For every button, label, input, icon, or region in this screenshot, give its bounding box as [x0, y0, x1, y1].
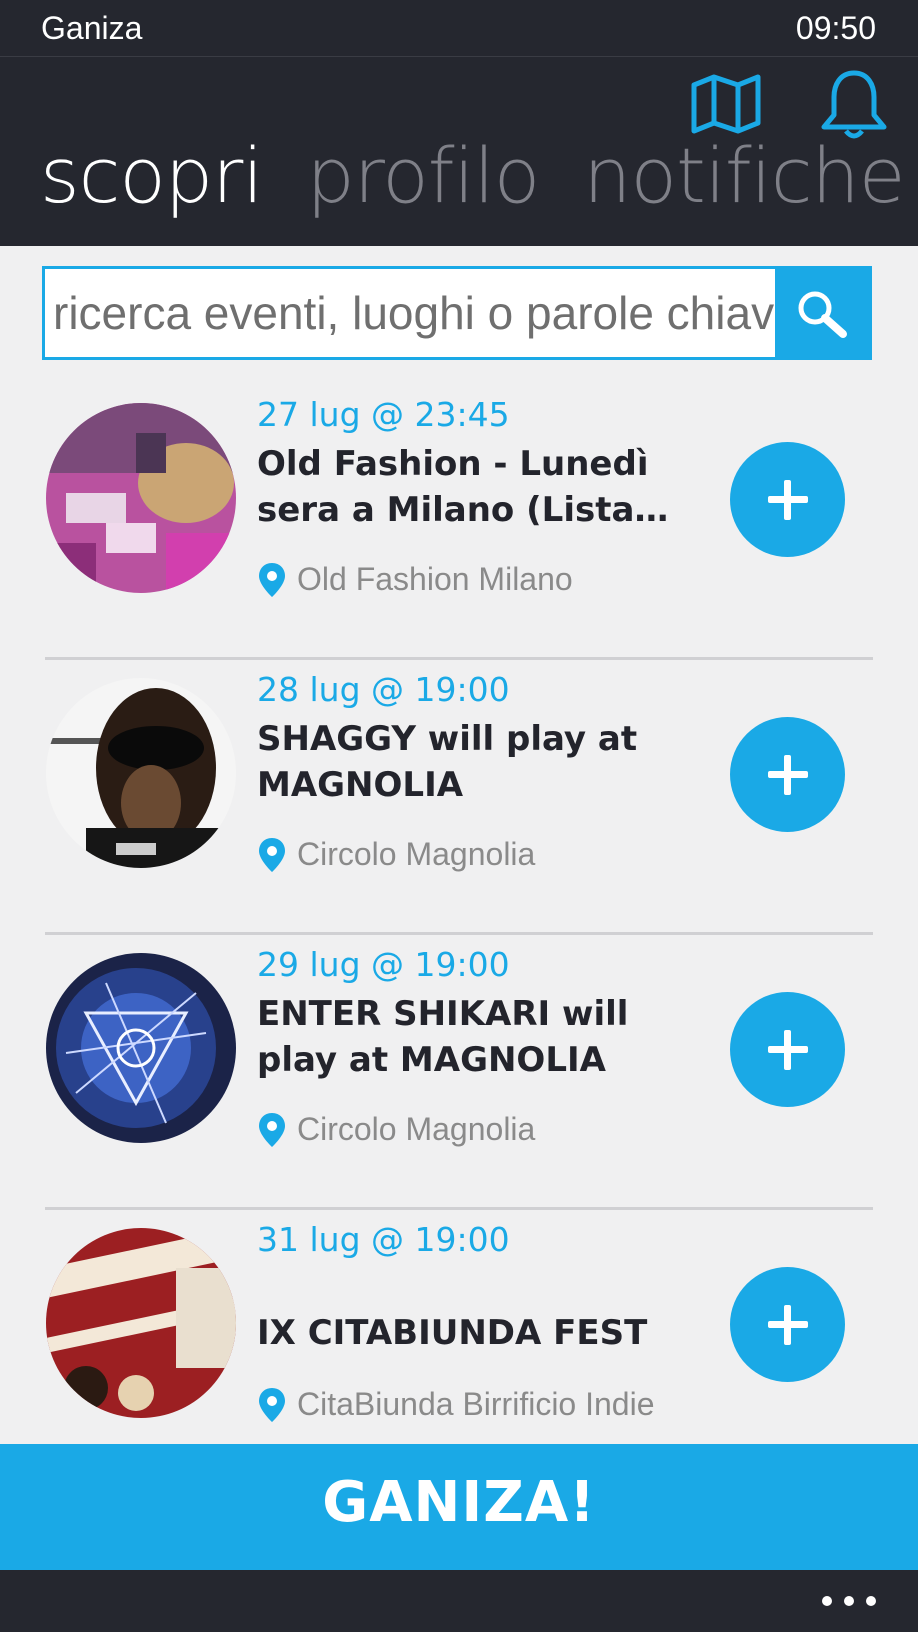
- event-image: [46, 403, 236, 593]
- tab-profilo[interactable]: profilo: [306, 131, 540, 220]
- map-icon: [691, 74, 761, 134]
- event-item[interactable]: 29 lug @ 19:00 ENTER SHIKARI will play a…: [0, 935, 918, 1210]
- event-title[interactable]: SHAGGY will play at MAGNOLIA: [257, 716, 687, 808]
- event-title[interactable]: ENTER SHIKARI will play at MAGNOLIA: [257, 991, 687, 1083]
- ganiza-button-label: GANIZA!: [322, 1470, 596, 1535]
- location-pin-icon: [259, 562, 285, 597]
- venue-name: Old Fashion Milano: [297, 561, 573, 598]
- search-bar: [42, 266, 872, 360]
- add-event-button[interactable]: [730, 442, 845, 557]
- event-date: 29 lug @ 19:00: [257, 945, 510, 984]
- tab-notifiche[interactable]: notifiche: [583, 131, 905, 220]
- ganiza-button[interactable]: GANIZA!: [0, 1444, 918, 1570]
- header: scopri profilo notifiche: [0, 57, 918, 246]
- event-venue[interactable]: Circolo Magnolia: [257, 834, 535, 874]
- event-date: 31 lug @ 19:00: [257, 1220, 510, 1259]
- event-image: [46, 678, 236, 868]
- tab-scopri[interactable]: scopri: [40, 131, 263, 220]
- event-item[interactable]: 28 lug @ 19:00 SHAGGY will play at MAGNO…: [0, 660, 918, 935]
- event-image: [46, 1228, 236, 1418]
- event-list: 27 lug @ 23:45 Old Fashion - Lunedì sera…: [0, 385, 918, 1485]
- add-event-button[interactable]: [730, 1267, 845, 1382]
- location-pin-icon: [259, 837, 285, 872]
- venue-name: CitaBiunda Birrificio Indie: [297, 1386, 655, 1423]
- more-dot-icon: [844, 1596, 854, 1606]
- event-venue[interactable]: Circolo Magnolia: [257, 1109, 535, 1149]
- add-event-button[interactable]: [730, 992, 845, 1107]
- location-pin-icon: [259, 1112, 285, 1147]
- app-name: Ganiza: [41, 10, 143, 46]
- event-item[interactable]: 27 lug @ 23:45 Old Fashion - Lunedì sera…: [0, 385, 918, 660]
- more-dot-icon: [866, 1596, 876, 1606]
- more-dot-icon: [822, 1596, 832, 1606]
- event-title[interactable]: IX CITABIUNDA FEST: [257, 1310, 687, 1356]
- event-venue[interactable]: Old Fashion Milano: [257, 559, 573, 599]
- status-bar: Ganiza 09:50: [0, 0, 918, 57]
- clock: 09:50: [795, 10, 876, 46]
- map-button[interactable]: [690, 73, 762, 135]
- search-button[interactable]: [775, 269, 869, 357]
- venue-name: Circolo Magnolia: [297, 836, 536, 873]
- event-image: [46, 953, 236, 1143]
- app-bar: [0, 1570, 918, 1632]
- more-options-button[interactable]: [822, 1588, 878, 1614]
- search-input[interactable]: [45, 269, 777, 357]
- add-event-button[interactable]: [730, 717, 845, 832]
- event-date: 28 lug @ 19:00: [257, 670, 510, 709]
- pivot-tabs: scopri profilo notifiche: [40, 131, 918, 241]
- event-title[interactable]: Old Fashion - Lunedì sera a Milano (List…: [257, 441, 687, 533]
- event-date: 27 lug @ 23:45: [257, 395, 510, 434]
- event-venue[interactable]: CitaBiunda Birrificio Indie: [257, 1384, 655, 1424]
- location-pin-icon: [259, 1387, 285, 1422]
- search-icon: [798, 291, 847, 338]
- venue-name: Circolo Magnolia: [297, 1111, 536, 1148]
